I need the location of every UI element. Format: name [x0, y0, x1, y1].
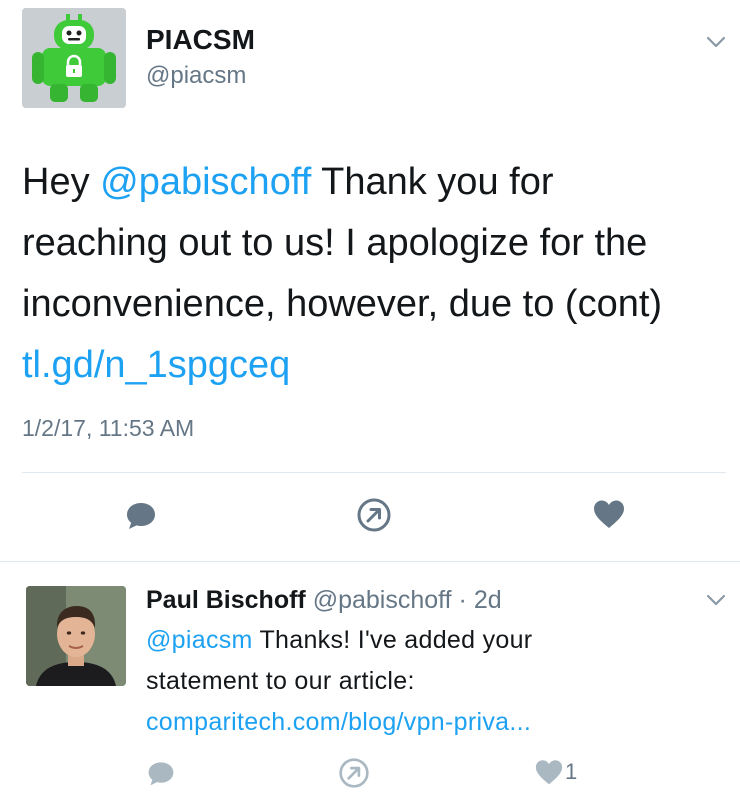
meta-separator: · [451, 586, 474, 614]
chevron-down-icon [706, 36, 726, 48]
heart-icon [594, 500, 624, 528]
tweet-timestamp: 1/2/17, 11:53 AM [22, 415, 195, 441]
tweet-text: @piacsm Thanks! I've added your statemen… [146, 620, 726, 743]
tweet-text: Hey @pabischoff Thank you for reaching o… [22, 152, 722, 396]
user-photo-icon [26, 586, 126, 686]
like-button[interactable] [534, 758, 564, 786]
tweet-text-prefix: Hey [22, 161, 101, 203]
pia-robot-logo-icon [22, 8, 126, 108]
like-button[interactable] [592, 498, 626, 530]
reply-header: Paul Bischoff @pabischoff · 2d [146, 586, 502, 615]
author-handle[interactable]: @piacsm [146, 62, 246, 90]
tweet-text-suffix: Thanks! I've added your [252, 626, 533, 654]
reply-bubble-icon [127, 503, 155, 529]
tweet-options-button[interactable] [702, 586, 730, 614]
retweet-circle-icon [339, 758, 369, 788]
retweet-button[interactable] [338, 757, 370, 789]
retweet-button[interactable] [356, 497, 392, 533]
mention-link[interactable]: @piacsm [146, 626, 253, 654]
tweet-url-link[interactable]: comparitech.com/blog/vpn-priva... [146, 702, 726, 743]
divider [22, 472, 726, 473]
tweet-text-line: statement to our article: [146, 667, 415, 695]
tweet-text-line: inconvenience, however, due to (cont) [22, 283, 663, 325]
mention-link[interactable]: @pabischoff [100, 161, 311, 203]
reply-bubble-icon [148, 762, 174, 786]
retweet-circle-icon [357, 498, 391, 532]
author-name[interactable]: PIACSM [146, 24, 255, 56]
reply-button[interactable] [124, 498, 158, 532]
reply-button[interactable] [146, 758, 176, 788]
tweet-text-suffix: Thank you for [311, 161, 554, 203]
tweet-relative-time[interactable]: 2d [474, 586, 502, 614]
tweet-text-line: reaching out to us! I apologize for the [22, 222, 648, 264]
author-name[interactable]: Paul Bischoff [146, 586, 306, 614]
chevron-down-icon [706, 594, 726, 606]
tweet-detail-page: PIACSM @piacsm Hey @pabischoff Thank you… [0, 0, 740, 804]
avatar[interactable] [26, 586, 126, 686]
tweet-text-line: Hey @pabischoff Thank you for [22, 152, 722, 213]
avatar[interactable] [22, 8, 126, 108]
tweet-url-link[interactable]: tl.gd/n_1spgceq [22, 335, 722, 396]
tweet-options-button[interactable] [702, 28, 730, 56]
like-count: 1 [565, 759, 578, 784]
tweet-text-line: @piacsm Thanks! I've added your [146, 620, 726, 661]
main-tweet: PIACSM @piacsm Hey @pabischoff Thank you… [0, 0, 740, 562]
author-handle[interactable]: @pabischoff [313, 586, 452, 614]
heart-icon [535, 760, 563, 785]
reply-tweet[interactable]: Paul Bischoff @pabischoff · 2d @piacsm T… [0, 562, 740, 804]
